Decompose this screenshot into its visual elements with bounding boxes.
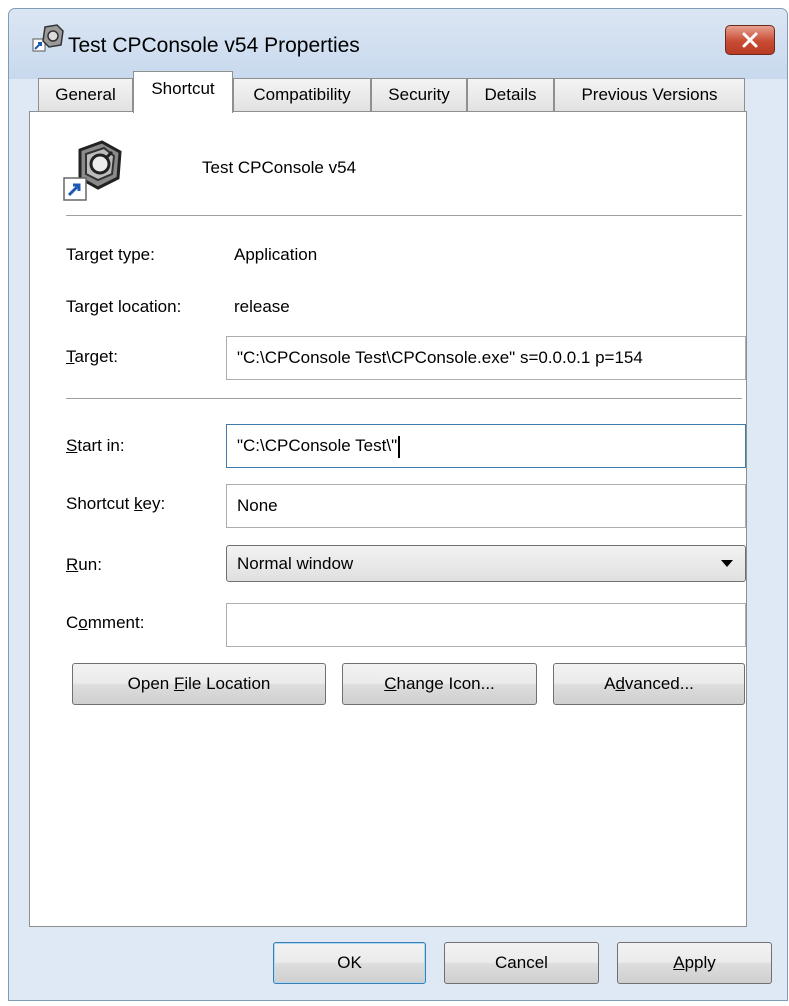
dropdown-arrow-icon [721, 560, 733, 567]
tab-security[interactable]: Security [371, 78, 467, 112]
start-in-field[interactable]: "C:\CPConsole Test\" [226, 424, 746, 468]
target-field[interactable]: "C:\CPConsole Test\CPConsole.exe" s=0.0.… [226, 336, 746, 380]
shortcut-name: Test CPConsole v54 [202, 158, 357, 177]
tab-shortcut[interactable]: Shortcut [133, 71, 233, 113]
close-icon [742, 32, 758, 48]
comment-label: Comment: [66, 613, 145, 632]
target-label: Target: [66, 347, 118, 366]
close-button[interactable] [725, 25, 775, 55]
separator [66, 398, 742, 399]
target-location-label: Target location: [66, 297, 182, 316]
target-location-value: release [234, 297, 290, 316]
shortcut-app-icon [63, 140, 122, 201]
target-type-value: Application [234, 245, 318, 264]
shortcut-key-label: Shortcut key: [66, 494, 166, 513]
target-type-label: Target type: [66, 245, 155, 264]
text-caret [398, 435, 401, 458]
window-title: Test CPConsole v54 Properties [68, 34, 360, 57]
start-in-label: Start in: [66, 436, 125, 455]
apply-button[interactable]: Apply [617, 942, 772, 984]
shortcut-key-field[interactable]: None [226, 484, 746, 528]
app-icon [32, 24, 64, 52]
ok-button[interactable]: OK [273, 942, 426, 984]
cancel-button[interactable]: Cancel [444, 942, 599, 984]
separator [66, 215, 742, 216]
run-select-value: Normal window [237, 554, 354, 573]
run-select[interactable]: Normal window [226, 545, 746, 582]
open-file-location-button[interactable]: Open File Location [72, 663, 326, 705]
change-icon-button[interactable]: Change Icon... [342, 663, 537, 705]
comment-field[interactable] [226, 603, 746, 647]
tab-details[interactable]: Details [467, 78, 554, 112]
title-bar[interactable]: Test CPConsole v54 Properties [9, 9, 787, 79]
tab-previous-versions[interactable]: Previous Versions [554, 78, 745, 112]
run-label: Run: [66, 555, 102, 574]
tab-compatibility[interactable]: Compatibility [233, 78, 371, 112]
tab-general[interactable]: General [38, 78, 133, 112]
advanced-button[interactable]: Advanced... [553, 663, 745, 705]
